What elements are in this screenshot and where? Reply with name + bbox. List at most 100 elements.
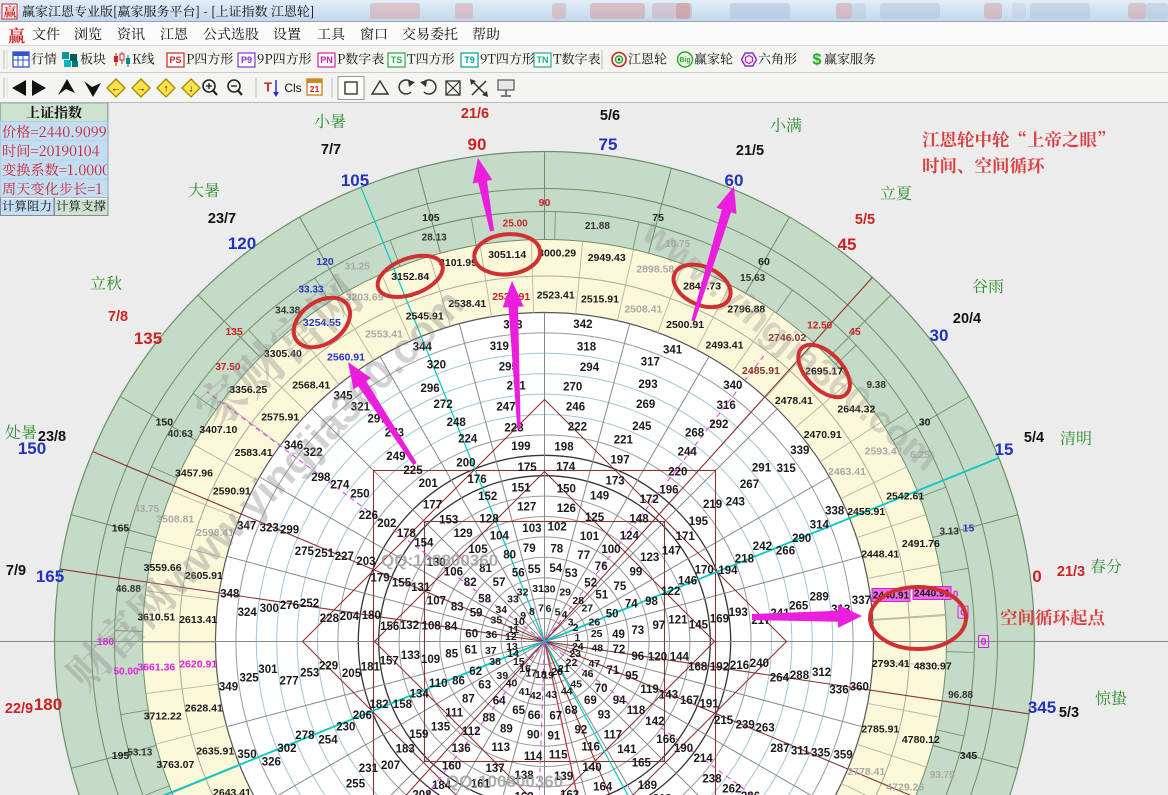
- svg-text:135: 135: [431, 722, 451, 734]
- svg-text:182: 182: [370, 699, 389, 711]
- svg-text:54: 54: [549, 563, 562, 575]
- svg-text:7: 7: [538, 602, 544, 614]
- svg-text:2542.61: 2542.61: [886, 491, 924, 503]
- svg-text:105: 105: [341, 171, 369, 190]
- svg-text:131: 131: [411, 582, 431, 594]
- svg-text:299: 299: [280, 525, 299, 537]
- svg-text:266: 266: [776, 546, 795, 558]
- svg-text:51: 51: [595, 590, 608, 602]
- svg-text:30: 30: [930, 326, 949, 345]
- svg-text:53: 53: [565, 568, 578, 580]
- svg-text:239: 239: [736, 720, 755, 732]
- svg-text:84: 84: [445, 621, 458, 633]
- svg-text:242: 242: [753, 541, 772, 553]
- svg-text:3457.96: 3457.96: [175, 468, 213, 480]
- svg-text:2568.41: 2568.41: [292, 379, 330, 391]
- svg-text:4: 4: [561, 609, 567, 621]
- svg-text:267: 267: [740, 479, 759, 491]
- svg-text:104: 104: [490, 531, 510, 543]
- svg-text:55: 55: [528, 564, 541, 576]
- svg-text:162: 162: [515, 792, 534, 795]
- svg-text:191: 191: [700, 699, 720, 711]
- svg-text:208: 208: [412, 790, 432, 795]
- svg-text:102: 102: [548, 522, 567, 534]
- svg-text:113: 113: [491, 742, 510, 754]
- svg-text:0: 0: [981, 636, 987, 648]
- svg-text:64: 64: [493, 696, 506, 708]
- svg-text:21/6: 21/6: [461, 106, 489, 122]
- svg-text:198: 198: [554, 442, 574, 454]
- svg-text:159: 159: [409, 729, 428, 741]
- svg-text:146: 146: [678, 576, 697, 588]
- svg-text:228: 228: [320, 613, 340, 625]
- svg-text:70: 70: [595, 683, 608, 695]
- svg-text:93.75: 93.75: [930, 770, 955, 781]
- svg-text:294: 294: [580, 362, 600, 374]
- svg-text:109: 109: [421, 654, 440, 666]
- svg-text:97: 97: [653, 620, 666, 632]
- svg-text:61: 61: [465, 645, 478, 657]
- svg-text:265: 265: [789, 600, 809, 612]
- svg-text:296: 296: [421, 383, 440, 395]
- svg-text:151: 151: [511, 483, 531, 495]
- svg-text:245: 245: [632, 421, 652, 433]
- svg-text:45: 45: [570, 678, 582, 690]
- svg-text:50: 50: [606, 609, 619, 621]
- svg-text:2508.41: 2508.41: [624, 304, 662, 316]
- svg-text:79: 79: [523, 543, 536, 555]
- svg-text:21/3: 21/3: [1057, 564, 1085, 580]
- svg-text:340: 340: [723, 380, 742, 392]
- svg-text:149: 149: [590, 491, 609, 503]
- svg-text:99: 99: [630, 566, 643, 578]
- svg-text:190: 190: [674, 743, 693, 755]
- svg-text:21: 21: [310, 84, 320, 94]
- svg-text:270: 270: [563, 381, 582, 393]
- svg-text:75: 75: [614, 581, 627, 593]
- svg-text:219: 219: [703, 499, 722, 511]
- svg-text:123: 123: [640, 552, 659, 564]
- svg-text:199: 199: [511, 441, 530, 453]
- svg-text:247: 247: [496, 402, 515, 414]
- svg-text:169: 169: [710, 614, 729, 626]
- svg-text:82: 82: [464, 577, 477, 589]
- svg-text:229: 229: [319, 660, 338, 672]
- svg-text:4830.97: 4830.97: [914, 661, 952, 673]
- svg-text:165: 165: [112, 523, 130, 535]
- svg-text:35: 35: [491, 614, 503, 626]
- svg-text:91: 91: [548, 731, 561, 743]
- svg-text:21.88: 21.88: [585, 221, 610, 232]
- svg-text:TS: TS: [391, 55, 403, 65]
- svg-text:288: 288: [790, 670, 810, 682]
- svg-text:251: 251: [315, 548, 335, 560]
- svg-text:120: 120: [228, 234, 256, 253]
- svg-text:318: 318: [577, 342, 597, 354]
- svg-text:193: 193: [729, 607, 748, 619]
- svg-text:216: 216: [730, 660, 749, 672]
- svg-text:Big: Big: [679, 57, 690, 64]
- svg-text:2635.91: 2635.91: [196, 746, 234, 758]
- svg-text:QQ:100800360: QQ:100800360: [381, 551, 498, 570]
- svg-text:117: 117: [604, 730, 623, 742]
- svg-text:148: 148: [629, 513, 649, 525]
- svg-text:314: 314: [810, 519, 830, 531]
- svg-text:195: 195: [689, 516, 709, 528]
- svg-text:2613.41: 2613.41: [179, 614, 217, 626]
- svg-text:8: 8: [529, 606, 535, 618]
- svg-text:→: →: [136, 84, 146, 95]
- svg-text:206: 206: [353, 710, 372, 722]
- svg-text:24: 24: [572, 641, 584, 653]
- svg-text:276: 276: [280, 600, 299, 612]
- svg-text:38: 38: [489, 656, 501, 668]
- svg-text:56: 56: [512, 567, 525, 579]
- svg-text:197: 197: [610, 454, 629, 466]
- svg-text:324: 324: [238, 607, 258, 619]
- svg-text:181: 181: [361, 661, 381, 673]
- svg-text:180: 180: [34, 695, 62, 714]
- svg-text:41: 41: [519, 686, 531, 698]
- svg-text:52: 52: [584, 578, 597, 590]
- svg-text:94: 94: [613, 695, 626, 707]
- svg-text:319: 319: [490, 341, 509, 353]
- svg-text:2778.41: 2778.41: [847, 766, 885, 778]
- svg-text:180: 180: [362, 610, 381, 622]
- svg-text:204: 204: [340, 611, 360, 623]
